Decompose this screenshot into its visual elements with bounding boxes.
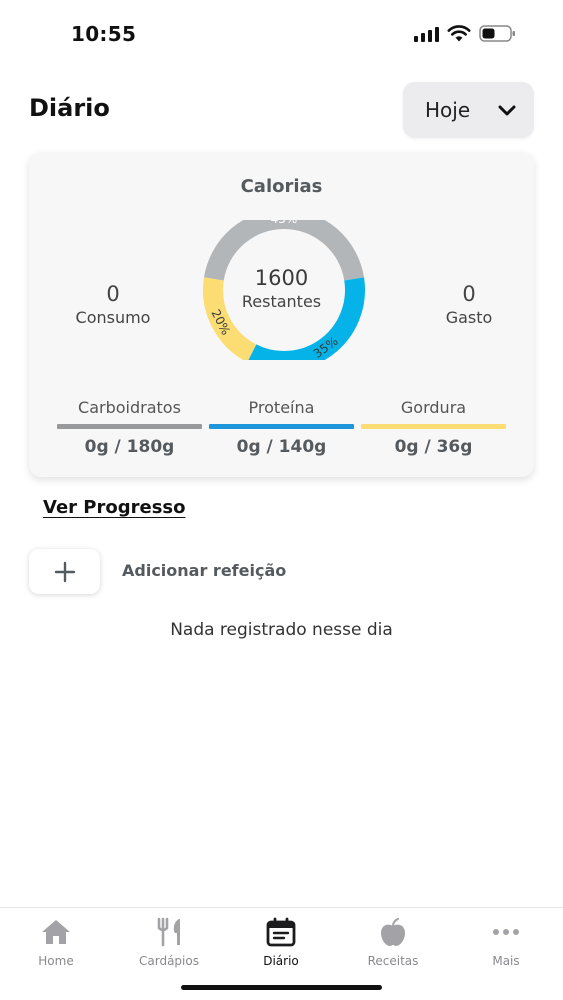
add-meal-button[interactable] (29, 549, 100, 594)
page-title: Diário (29, 94, 110, 122)
macro-protein-bar (209, 424, 354, 429)
consumption-label: Consumo (75, 308, 151, 327)
consumption-stat: 0 Consumo (61, 282, 165, 327)
spent-stat: 0 Gasto (429, 282, 509, 327)
home-indicator (181, 985, 382, 990)
chevron-down-icon (498, 105, 516, 116)
tab-recipes-label: Receitas (367, 954, 419, 968)
view-progress-link[interactable]: Ver Progresso (43, 497, 186, 518)
calories-card: Calorias 45%35%20% 1600 Restantes 0 Cons… (29, 152, 534, 477)
macro-carbs-value: 0g / 180g (84, 437, 175, 457)
cellular-signal-icon (414, 26, 439, 42)
home-icon (42, 920, 70, 944)
macro-protein-value: 0g / 140g (236, 437, 327, 457)
macro-protein-label: Proteína (248, 398, 315, 417)
consumption-value: 0 (106, 282, 120, 306)
tab-home[interactable]: Home (0, 916, 112, 968)
macro-carbs-label: Carboidratos (78, 398, 181, 417)
tab-home-label: Home (38, 954, 74, 968)
macro-protein: Proteína 0g / 140g (209, 398, 354, 457)
macro-carbs: Carboidratos 0g / 180g (57, 398, 202, 457)
diary-icon (266, 917, 296, 947)
spent-label: Gasto (445, 308, 493, 327)
macro-fat: Gordura 0g / 36g (361, 398, 506, 457)
calories-title: Calorias (240, 176, 323, 197)
tab-menus[interactable]: Cardápios (113, 916, 225, 968)
macro-carbs-bar (57, 424, 202, 429)
apple-icon (381, 918, 405, 946)
battery-icon (479, 25, 515, 42)
status-bar: 10:55 (0, 0, 563, 62)
empty-state-message: Nada registrado nesse dia (170, 620, 393, 640)
tab-menus-label: Cardápios (139, 954, 199, 968)
tab-diary-label: Diário (263, 954, 299, 968)
add-meal-label[interactable]: Adicionar refeição (122, 561, 286, 580)
calories-donut-chart: 45%35%20% (203, 220, 365, 360)
macro-fat-label: Gordura (400, 398, 467, 417)
more-icon (493, 929, 519, 935)
date-selector[interactable]: Hoje (403, 82, 534, 138)
tab-recipes[interactable]: Receitas (337, 916, 449, 968)
macro-fat-bar (361, 424, 506, 429)
tab-more[interactable]: Mais (450, 916, 562, 968)
donut-segment-label: 45% (271, 220, 298, 226)
wifi-icon (447, 25, 471, 42)
tab-diary[interactable]: Diário (225, 916, 337, 968)
status-icons (414, 24, 517, 43)
macro-fat-value: 0g / 36g (394, 437, 473, 457)
date-selector-label: Hoje (425, 98, 471, 122)
spent-value: 0 (462, 282, 476, 306)
tab-more-label: Mais (492, 954, 520, 968)
plus-icon (54, 561, 75, 582)
cutlery-icon (157, 917, 180, 947)
status-time: 10:55 (71, 22, 137, 46)
